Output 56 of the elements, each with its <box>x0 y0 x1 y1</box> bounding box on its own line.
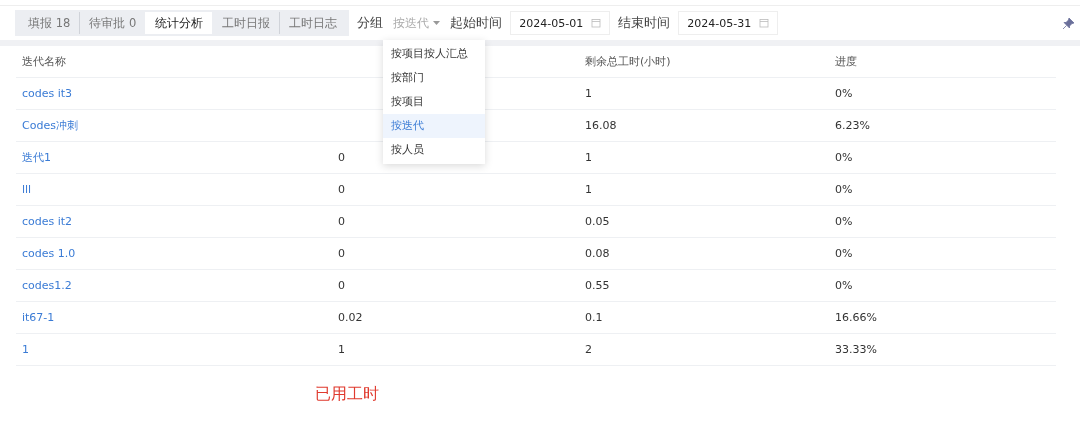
table-cell-text: 16.08 <box>584 119 618 132</box>
iteration-link[interactable]: it67-1 <box>16 311 332 324</box>
iteration-link[interactable]: codes it2 <box>16 215 332 228</box>
column-header: 剩余总工时(小时) <box>584 54 672 69</box>
iteration-link[interactable]: lll <box>16 183 332 196</box>
calendar-icon <box>759 18 770 28</box>
menu-item[interactable]: 按项目 <box>383 89 486 114</box>
group-select[interactable]: 按迭代 <box>391 15 443 31</box>
table-cell-text: 0.02 <box>337 311 364 324</box>
annotation-text: 已用工时 <box>315 384 380 405</box>
column-header: 迭代名称 <box>21 54 67 69</box>
iteration-link[interactable]: 迭代1 <box>16 150 332 165</box>
iteration-link[interactable]: Codes冲刺 <box>16 118 332 133</box>
start-label: 起始时间 <box>450 14 503 32</box>
table-cell-text: 2 <box>584 343 593 356</box>
table-cell-text: 1 <box>584 151 593 164</box>
table-cell-text: 16.66% <box>834 311 878 324</box>
date-field[interactable]: 2024-05-31 <box>678 11 779 35</box>
table-cell-text: 0.55 <box>584 279 611 292</box>
table-cell-text: 0 <box>337 151 346 164</box>
tab[interactable]: 填报 18 <box>18 12 80 34</box>
pin-icon[interactable] <box>1063 17 1074 29</box>
group-label: 分组 <box>357 14 384 32</box>
menu-item[interactable]: 按项目按人汇总 <box>383 41 486 66</box>
tab[interactable]: 工时日志 <box>279 12 347 34</box>
calendar-icon <box>591 18 602 28</box>
table-cell-text: 1 <box>584 87 593 100</box>
table-cell-text: 0 <box>337 279 346 292</box>
tab[interactable]: 统计分析 <box>145 12 213 34</box>
table-cell-text: 0% <box>834 183 854 196</box>
table-cell-text: 0.05 <box>584 215 611 228</box>
table-cell-text: 1 <box>337 343 346 356</box>
iteration-link[interactable]: codes1.2 <box>16 279 332 292</box>
table-cell-text: 0 <box>337 215 346 228</box>
menu-item[interactable]: 按人员 <box>383 137 486 162</box>
table-cell-text: 1 <box>584 183 593 196</box>
table-cell-text: 0% <box>834 279 854 292</box>
table-cell-text: 0% <box>834 247 854 260</box>
menu-item[interactable]: 按部门 <box>383 65 486 90</box>
table-cell-text: 0% <box>834 215 854 228</box>
table-cell-text: 33.33% <box>834 343 878 356</box>
iteration-link[interactable]: codes 1.0 <box>16 247 332 260</box>
table-cell-text: 0.08 <box>584 247 611 260</box>
iteration-link[interactable]: codes it3 <box>16 87 332 100</box>
tab[interactable]: 工时日报 <box>212 12 280 34</box>
iteration-link[interactable]: 1 <box>16 343 332 356</box>
date-field[interactable]: 2024-05-01 <box>510 11 611 35</box>
table-cell-text: 6.23% <box>834 119 871 132</box>
menu-item[interactable]: 按迭代 <box>383 113 486 138</box>
table-cell-text: 0 <box>337 247 346 260</box>
column-header: 进度 <box>834 54 858 69</box>
end-label: 结束时间 <box>618 14 671 32</box>
table-cell-text: 0% <box>834 151 854 164</box>
table-cell-text: 0 <box>337 183 346 196</box>
table-cell-text: 0% <box>834 87 854 100</box>
table-cell-text: 0.1 <box>584 311 604 324</box>
